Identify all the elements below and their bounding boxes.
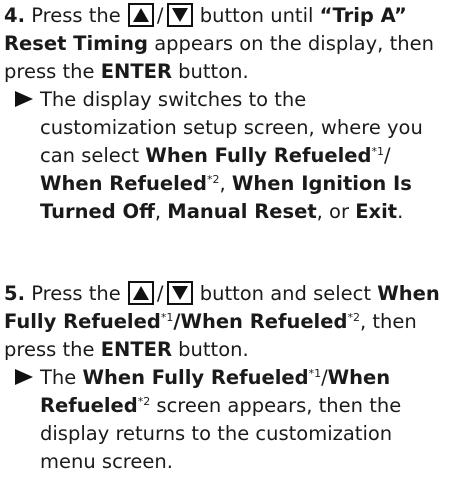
step-4-line-1: 4. Press the / button until “Trip A” [0, 2, 476, 30]
step-5-result-line-4: menu screen. [0, 448, 476, 476]
text: button. [178, 338, 249, 361]
footnote-mark: *2 [207, 173, 220, 186]
text: display returns to the customization [40, 422, 393, 445]
text: appears on the display, then [154, 32, 434, 55]
text: Press the [31, 4, 121, 27]
bold-text: ENTER [100, 338, 172, 361]
bold-text: ENTER [100, 60, 172, 83]
footnote-mark: *2 [137, 395, 151, 408]
bold-text: Refueled [40, 394, 138, 417]
text: Press the [31, 282, 121, 305]
footnote-mark: *1 [160, 311, 174, 324]
step-4-result-line-3: can select When Fully Refueled*1/ [0, 142, 476, 170]
step-4-line-2: Reset Timing appears on the display, the… [0, 30, 476, 58]
step-number: 5. [4, 282, 25, 305]
slash: / [156, 282, 164, 305]
bold-text: Reset Timing [4, 32, 149, 55]
text: button. [178, 60, 249, 83]
step-5-result-line-2: Refueled*2 screen appears, then the [0, 392, 476, 420]
bold-text: Fully Refueled [4, 310, 161, 333]
step-4-result-line-4: When Refueled*2, When Ignition Is [0, 170, 476, 198]
footnote-mark: *2 [347, 311, 360, 324]
down-arrow-button-icon [166, 281, 193, 305]
bold-text: “Trip A” [319, 4, 407, 27]
bold-text: When Ignition Is [231, 172, 412, 195]
step-5-result-line-1: The When Fully Refueled*1/When [0, 364, 476, 392]
bold-text: When Refueled [180, 310, 348, 333]
text: , or [316, 200, 350, 223]
step-5-result-line-3: display returns to the customization [0, 420, 476, 448]
text: The display switches to the [40, 88, 307, 111]
footnote-mark: *1 [371, 145, 384, 158]
step-4-line-3: press the ENTER button. [0, 58, 476, 86]
step-4-result-line-2: customization setup screen, where you [0, 114, 476, 142]
bold-text: Turned Off [40, 200, 155, 223]
instructions-page: 4. Press the / button until “Trip A” Res… [0, 0, 476, 490]
text: . [397, 200, 404, 223]
step-number: 4. [4, 4, 25, 27]
text: customization setup screen, where you [40, 116, 423, 139]
up-arrow-button-icon [127, 281, 154, 305]
up-arrow-button-icon [127, 3, 154, 27]
step-5-line-2: Fully Refueled*1/When Refueled*2, then [0, 308, 476, 336]
text: button until [199, 4, 314, 27]
result-arrow-icon [15, 369, 33, 385]
footnote-mark: *1 [308, 367, 322, 380]
bold-text: When [377, 282, 440, 305]
text: press the [4, 338, 95, 361]
bold-text: When [327, 366, 391, 389]
text: The [40, 366, 77, 389]
result-arrow-icon [15, 91, 33, 107]
down-arrow-button-icon [166, 3, 193, 27]
text: , then [359, 310, 417, 333]
bold-text: When Fully Refueled [145, 144, 372, 167]
step-4-result-line-1: The display switches to the [0, 86, 476, 114]
bold-text: Exit [355, 200, 398, 223]
text: press the [4, 60, 95, 83]
step-5: 5. Press the / button and select When Fu… [0, 280, 476, 476]
step-5-line-3: press the ENTER button. [0, 336, 476, 364]
text: , [219, 172, 226, 195]
bold-text: When Fully Refueled [82, 366, 309, 389]
text: / [383, 144, 391, 167]
text: , [154, 200, 162, 223]
bold-text: Manual Reset [167, 200, 317, 223]
text: / [321, 366, 328, 389]
text: menu screen. [40, 450, 173, 473]
slash: / [156, 4, 164, 27]
text: can select [40, 144, 140, 167]
step-4-result-line-5: Turned Off, Manual Reset, or Exit. [0, 198, 476, 226]
step-4: 4. Press the / button until “Trip A” Res… [0, 2, 476, 226]
text: screen appears, then the [156, 394, 402, 417]
text: button and select [199, 282, 372, 305]
bold-text: When Refueled [40, 172, 207, 195]
step-5-line-1: 5. Press the / button and select When [0, 280, 476, 308]
